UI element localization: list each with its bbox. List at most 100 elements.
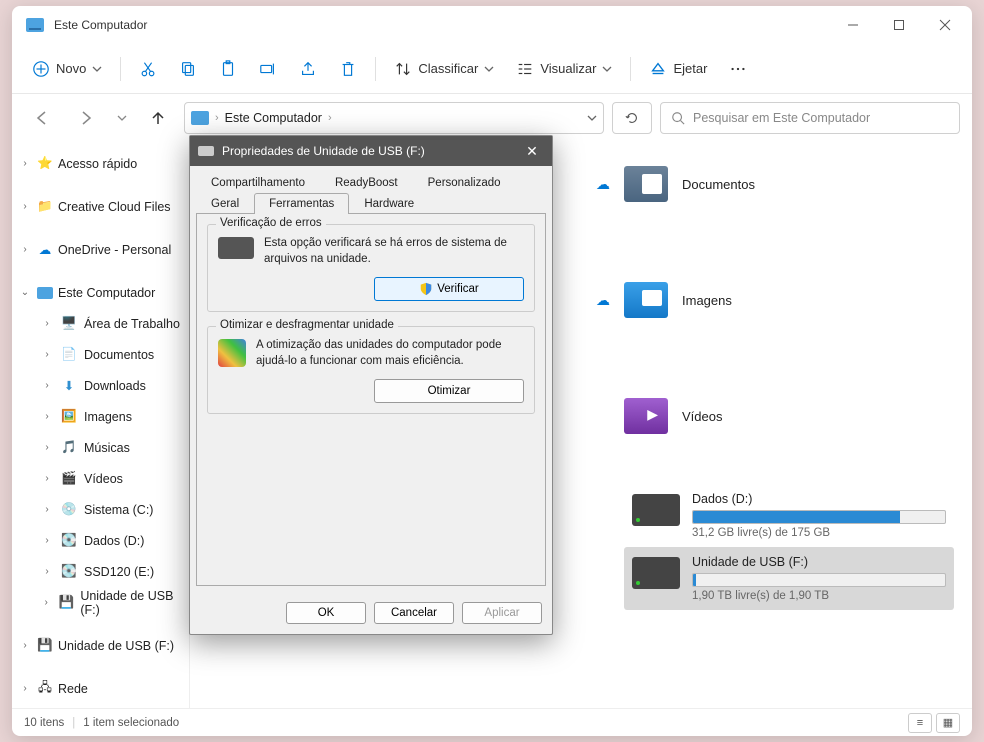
view-grid-button[interactable]: ▦ [936,713,960,733]
tab-sharing[interactable]: Compartilhamento [196,172,320,193]
window-title: Este Computador [54,18,830,32]
up-button[interactable] [140,100,176,136]
tab-custom[interactable]: Personalizado [413,172,516,193]
sidebar-item-documents[interactable]: ›📄Documentos [12,339,189,370]
tab-general[interactable]: Geral [196,193,254,214]
folder-videos[interactable]: Vídeos [624,388,904,444]
folder-documents[interactable]: ☁ Documentos [624,156,904,212]
toolbar: Novo Classificar Visualizar Ejetar [12,44,972,94]
drive-icon [632,494,680,526]
dialog-title: Propriedades de Unidade de USB (F:) [222,144,520,158]
sidebar-item-videos[interactable]: ›🎬Vídeos [12,463,189,494]
sidebar-this-pc[interactable]: ⌄Este Computador [12,277,189,308]
selection-count: 1 item selecionado [83,717,179,729]
dialog-tabs: Compartilhamento ReadyBoost Personalizad… [196,172,546,214]
sidebar-onedrive[interactable]: ›☁OneDrive - Personal [12,234,189,265]
eject-button[interactable]: Ejetar [639,54,717,84]
shield-icon [419,282,433,296]
sort-button[interactable]: Classificar [384,54,504,84]
pc-icon [191,111,209,125]
usb-icon: 💾 [58,594,74,612]
ok-button[interactable]: OK [286,602,366,624]
optimize-group: Otimizar e desfragmentar unidade A otimi… [207,326,535,414]
cloud-sync-icon: ☁ [596,176,610,193]
apply-button[interactable]: Aplicar [462,602,542,624]
minimize-button[interactable] [830,9,876,41]
delete-icon[interactable] [329,54,367,84]
drive-icon: 💽 [60,532,78,550]
capacity-bar [692,510,946,524]
documents-icon [624,166,668,202]
sidebar-item-desktop[interactable]: ›🖥️Área de Trabalho [12,308,189,339]
optimize-button[interactable]: Otimizar [374,379,524,403]
back-button[interactable] [24,100,60,136]
drive-icon [632,557,680,589]
cancel-button[interactable]: Cancelar [374,602,454,624]
music-icon: 🎵 [60,439,78,457]
pc-icon [36,284,54,302]
cloud-icon: ☁ [36,241,54,259]
videos-icon [624,398,668,434]
view-button[interactable]: Visualizar [506,54,622,84]
drive-f[interactable]: Unidade de USB (F:) 1,90 TB livre(s) de … [624,547,954,610]
star-icon: ⭐ [36,155,54,173]
tab-readyboost[interactable]: ReadyBoost [320,172,413,193]
images-icon: 🖼️ [60,408,78,426]
dialog-close-button[interactable]: ✕ [520,143,544,160]
dialog-titlebar: Propriedades de Unidade de USB (F:) ✕ [190,136,552,166]
chevron-icon: › [215,112,219,124]
sidebar-usb[interactable]: ›💾Unidade de USB (F:) [12,630,189,661]
breadcrumb-location: Este Computador [225,111,322,125]
drive-d[interactable]: Dados (D:) 31,2 GB livre(s) de 175 GB [624,484,954,547]
folder-images[interactable]: ☁ Imagens [624,272,904,328]
refresh-button[interactable] [612,102,652,134]
forward-button[interactable] [68,100,104,136]
cut-icon[interactable] [129,54,167,84]
tab-tools[interactable]: Ferramentas [254,193,349,214]
sidebar-creative-cloud[interactable]: ›📁Creative Cloud Files [12,191,189,222]
view-list-button[interactable]: ≡ [908,713,932,733]
images-icon [624,282,668,318]
desktop-icon: 🖥️ [60,315,78,333]
share-icon[interactable] [289,54,327,84]
rename-icon[interactable] [249,54,287,84]
sidebar-item-drive-f[interactable]: ›💾Unidade de USB (F:) [12,587,189,618]
folder-icon: 📁 [36,198,54,216]
chevron-icon: › [328,112,332,124]
sidebar-item-music[interactable]: ›🎵Músicas [12,432,189,463]
pc-icon [26,18,44,32]
downloads-icon: ⬇ [60,377,78,395]
dialog-button-row: OK Cancelar Aplicar [190,592,552,634]
titlebar: Este Computador [12,6,972,44]
error-check-group: Verificação de erros Esta opção verifica… [207,224,535,312]
sidebar-network[interactable]: ›🖧Rede [12,673,189,704]
copy-icon[interactable] [169,54,207,84]
verify-button[interactable]: Verificar [374,277,524,301]
maximize-button[interactable] [876,9,922,41]
breadcrumb[interactable]: › Este Computador › [184,102,604,134]
paste-icon[interactable] [209,54,247,84]
tab-hardware[interactable]: Hardware [349,193,429,214]
documents-icon: 📄 [60,346,78,364]
sidebar-item-drive-e[interactable]: ›💽SSD120 (E:) [12,556,189,587]
sidebar-item-drive-c[interactable]: ›💿Sistema (C:) [12,494,189,525]
search-placeholder: Pesquisar em Este Computador [693,111,870,125]
sidebar-quick-access[interactable]: ›⭐Acesso rápido [12,148,189,179]
drive-icon: 💽 [60,563,78,581]
close-button[interactable] [922,9,968,41]
more-icon[interactable] [719,54,757,84]
drive-icon [198,146,214,156]
network-icon: 🖧 [36,680,54,698]
sidebar-item-images[interactable]: ›🖼️Imagens [12,401,189,432]
tab-content: Verificação de erros Esta opção verifica… [196,213,546,586]
item-count: 10 itens [24,717,64,729]
drive-icon: 💿 [60,501,78,519]
drive-icon [218,237,254,259]
search-input[interactable]: Pesquisar em Este Computador [660,102,960,134]
new-button[interactable]: Novo [22,54,112,84]
chevron-down-icon[interactable] [112,100,132,136]
statusbar: 10 itens | 1 item selecionado ≡ ▦ [12,708,972,736]
sidebar-item-downloads[interactable]: ›⬇Downloads [12,370,189,401]
videos-icon: 🎬 [60,470,78,488]
sidebar-item-drive-d[interactable]: ›💽Dados (D:) [12,525,189,556]
